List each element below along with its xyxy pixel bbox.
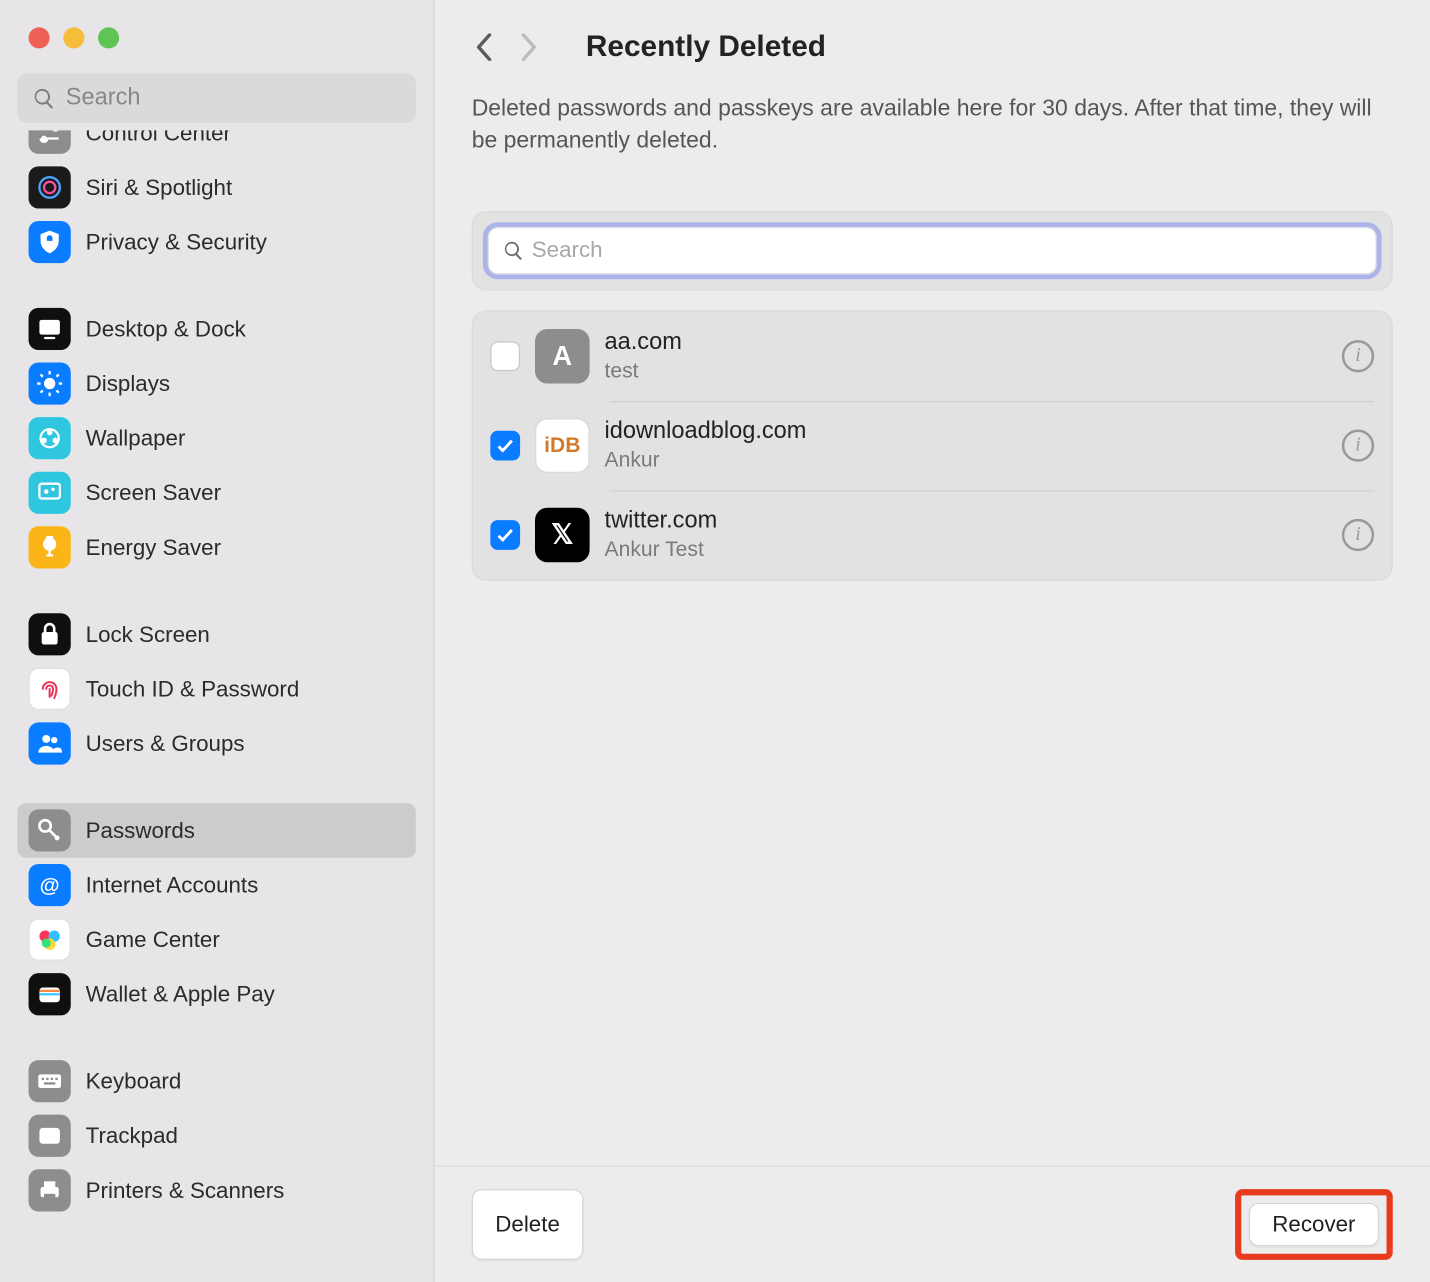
header: Recently Deleted (434, 0, 1430, 74)
sidebar-item-printers-scanners[interactable]: Printers & Scanners (17, 1163, 415, 1218)
sidebar-item-trackpad[interactable]: Trackpad (17, 1108, 415, 1163)
content-search-input[interactable] (532, 237, 1362, 263)
site-icon: A (535, 329, 590, 384)
delete-button[interactable]: Delete (472, 1189, 584, 1260)
info-button[interactable]: i (1342, 340, 1374, 372)
displays-icon (29, 362, 71, 404)
users-groups-icon (29, 722, 71, 764)
energy-saver-icon (29, 526, 71, 568)
sidebar-item-energy-saver[interactable]: Energy Saver (17, 520, 415, 575)
sidebar-item-label: Touch ID & Password (86, 676, 300, 702)
screen-saver-icon (29, 472, 71, 514)
page-title: Recently Deleted (586, 30, 826, 65)
info-button[interactable]: i (1342, 429, 1374, 461)
info-button[interactable]: i (1342, 519, 1374, 551)
search-icon (503, 239, 525, 261)
sidebar-item-label: Internet Accounts (86, 872, 259, 898)
sidebar-item-label: Passwords (86, 817, 195, 843)
footer-toolbar: Delete Recover (434, 1166, 1430, 1282)
sidebar-item-passwords[interactable]: Passwords (17, 803, 415, 858)
sidebar-item-internet-accounts[interactable]: @ Internet Accounts (17, 858, 415, 913)
keyboard-icon (29, 1060, 71, 1102)
internet-accounts-icon: @ (29, 864, 71, 906)
wallet-apple-pay-icon (29, 973, 71, 1015)
row-checkbox[interactable] (490, 430, 520, 460)
content-search-container (472, 211, 1393, 290)
fullscreen-window-icon[interactable] (98, 27, 119, 48)
sidebar-item-privacy-security[interactable]: Privacy & Security (17, 215, 415, 270)
sidebar-item-control-center[interactable]: Control Center (17, 130, 415, 160)
password-row[interactable]: Aaa.comtesti (473, 311, 1392, 400)
sidebar-item-label: Wallet & Apple Pay (86, 981, 275, 1007)
sidebar-item-displays[interactable]: Displays (17, 356, 415, 411)
row-checkbox[interactable] (490, 520, 520, 550)
sidebar-item-wallpaper[interactable]: Wallpaper (17, 411, 415, 466)
sidebar-search-input[interactable] (66, 84, 401, 111)
close-window-icon[interactable] (29, 27, 50, 48)
password-row[interactable]: 𝕏twitter.com Ankur Test i (473, 490, 1392, 579)
sidebar-item-desktop-dock[interactable]: Desktop & Dock (17, 302, 415, 357)
sidebar-item-wallet-apple-pay[interactable]: Wallet & Apple Pay (17, 967, 415, 1022)
annotation-highlight: Recover (1235, 1189, 1393, 1260)
sidebar-item-screen-saver[interactable]: Screen Saver (17, 465, 415, 520)
siri-spotlight-icon (29, 166, 71, 208)
sidebar-item-users-groups[interactable]: Users & Groups (17, 716, 415, 771)
row-site: twitter.com (605, 507, 1327, 534)
sidebar-item-label: Users & Groups (86, 731, 245, 757)
sidebar-item-siri-spotlight[interactable]: Siri & Spotlight (17, 160, 415, 215)
desktop-dock-icon (29, 308, 71, 350)
wallpaper-icon (29, 417, 71, 459)
sidebar-item-lock-screen[interactable]: Lock Screen (17, 607, 415, 662)
sidebar-item-label: Trackpad (86, 1123, 178, 1149)
row-checkbox[interactable] (490, 341, 520, 371)
sidebar-item-label: Printers & Scanners (86, 1177, 285, 1203)
sidebar-item-game-center[interactable]: Game Center (17, 912, 415, 967)
sidebar-item-label: Siri & Spotlight (86, 174, 233, 200)
sidebar-item-label: Energy Saver (86, 534, 221, 560)
sidebar-item-keyboard[interactable]: Keyboard (17, 1054, 415, 1109)
privacy-security-icon (29, 221, 71, 263)
sidebar-item-label: Control Center (86, 130, 231, 146)
row-user: Ankur (605, 448, 1327, 473)
sidebar-list: Control Center Siri & Spotlight Privacy & … (0, 130, 433, 1217)
trackpad-icon (29, 1115, 71, 1157)
row-site: aa.com (605, 329, 1327, 356)
sidebar-search[interactable] (17, 73, 415, 123)
svg-text:@: @ (40, 874, 60, 897)
forward-button[interactable] (514, 32, 544, 62)
search-icon (32, 86, 56, 110)
minimize-window-icon[interactable] (63, 27, 84, 48)
printers-scanners-icon (29, 1169, 71, 1211)
sidebar-item-touchid-password[interactable]: Touch ID & Password (17, 662, 415, 717)
sidebar-item-label: Keyboard (86, 1068, 182, 1094)
password-list: Aaa.comtestiiDBidownloadblog.comAnkuri𝕏t… (472, 310, 1393, 581)
sidebar-item-label: Displays (86, 371, 170, 397)
password-row[interactable]: iDB idownloadblog.com Ankuri (473, 401, 1392, 490)
passwords-icon (29, 809, 71, 851)
sidebar: Control Center Siri & Spotlight Privacy & … (0, 0, 434, 1282)
sidebar-item-label: Game Center (86, 927, 220, 953)
site-icon: iDB (535, 418, 590, 473)
content-search[interactable] (488, 227, 1377, 274)
row-site: idownloadblog.com (605, 418, 1327, 445)
row-user: Ankur Test (605, 537, 1327, 562)
row-user: test (605, 358, 1327, 383)
sidebar-item-label: Desktop & Dock (86, 316, 246, 342)
sidebar-item-label: Wallpaper (86, 425, 186, 451)
control-center-icon (29, 130, 71, 154)
sidebar-item-label: Screen Saver (86, 480, 221, 506)
window-controls (0, 27, 433, 48)
touchid-password-icon (29, 668, 71, 710)
game-center-icon (29, 919, 71, 961)
sidebar-item-label: Lock Screen (86, 621, 210, 647)
lock-screen-icon (29, 613, 71, 655)
sidebar-item-label: Privacy & Security (86, 229, 267, 255)
back-button[interactable] (469, 32, 499, 62)
site-icon: 𝕏 (535, 507, 590, 562)
recover-button[interactable]: Recover (1249, 1203, 1379, 1246)
page-description: Deleted passwords and passkeys are avail… (434, 74, 1430, 156)
main-panel: Recently Deleted Deleted passwords and p… (434, 0, 1430, 1282)
